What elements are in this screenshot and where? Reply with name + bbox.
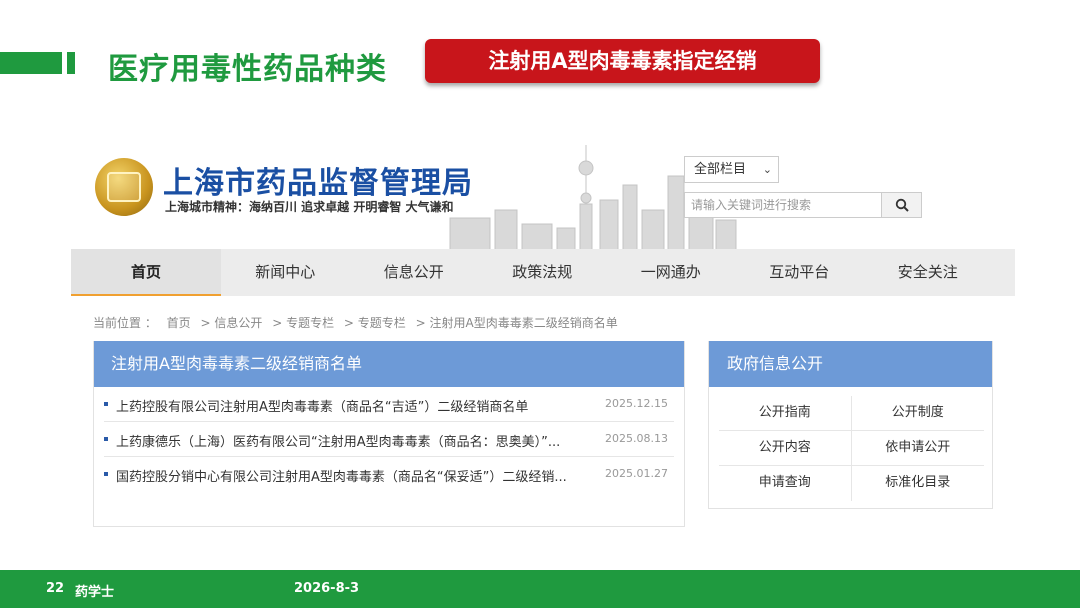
list-item-date: 2025.08.13	[605, 432, 668, 445]
list-item-title[interactable]: 国药控股分销中心有限公司注射用A型肉毒毒素（商品名“保妥适”）二级经销...	[116, 466, 567, 485]
search-button[interactable]	[881, 192, 922, 218]
slide-footer: 22 药学士 2026-8-3	[0, 570, 1080, 608]
list-item-date: 2025.01.27	[605, 467, 668, 480]
breadcrumb-item[interactable]: > 专题专栏	[272, 316, 334, 330]
gov-link-catalog[interactable]: 标准化目录	[852, 466, 985, 501]
nav-item-interaction[interactable]: 互动平台	[735, 249, 864, 296]
page-number: 22	[46, 581, 65, 596]
accent-bar-small	[67, 52, 75, 74]
gov-link-system[interactable]: 公开制度	[852, 396, 985, 430]
bullet-icon	[104, 472, 108, 476]
emblem-icon	[95, 158, 153, 216]
site-name: 上海市药品监督管理局	[163, 166, 473, 201]
breadcrumb-label: 当前位置 ：	[93, 316, 157, 330]
scope-select[interactable]: 全部栏目 ⌄	[684, 156, 779, 183]
bullet-icon	[104, 437, 108, 441]
list-item[interactable]: 上药康德乐（上海）医药有限公司“注射用A型肉毒毒素（商品名：思奥美）”... 2…	[104, 422, 674, 457]
footer-date: 2026-8-3	[294, 581, 360, 596]
list-panel-title: 注射用A型肉毒毒素二级经销商名单	[94, 341, 684, 387]
footer-brand: 药学士	[75, 585, 115, 600]
main-nav: 首页 新闻中心 信息公开 政策法规 一网通办 互动平台 安全关注	[71, 249, 1015, 296]
site-motto: 上海城市精神：海纳百川 追求卓越 开明睿智 大气谦和	[165, 200, 454, 214]
gov-panel-title: 政府信息公开	[709, 341, 992, 387]
list-item-date: 2025.12.15	[605, 397, 668, 410]
gov-link-request[interactable]: 依申请公开	[852, 431, 985, 465]
gov-info-panel: 政府信息公开 公开指南 公开制度 公开内容 依申请公开 申请查询 标准化目录	[708, 341, 993, 509]
bullet-icon	[104, 402, 108, 406]
list-item[interactable]: 上药控股有限公司注射用A型肉毒毒素（商品名“吉适”）二级经销商名单 2025.1…	[104, 387, 674, 422]
breadcrumb-item[interactable]: > 信息公开	[201, 316, 263, 330]
gov-link-grid: 公开指南 公开制度 公开内容 依申请公开 申请查询 标准化目录	[719, 396, 984, 501]
gov-link-query[interactable]: 申请查询	[719, 466, 852, 501]
breadcrumb: 当前位置 ： 首页 > 信息公开 > 专题专栏 > 专题专栏 > 注射用A型肉毒…	[93, 314, 624, 331]
nav-item-safety[interactable]: 安全关注	[864, 249, 993, 296]
nav-item-policy[interactable]: 政策法规	[478, 249, 607, 296]
chevron-down-icon: ⌄	[762, 163, 772, 176]
list-item[interactable]: 国药控股分销中心有限公司注射用A型肉毒毒素（商品名“保妥适”）二级经销... 2…	[104, 457, 674, 492]
list-item-title[interactable]: 上药康德乐（上海）医药有限公司“注射用A型肉毒毒素（商品名：思奥美）”...	[116, 431, 560, 450]
search-icon	[895, 198, 909, 212]
nav-item-home[interactable]: 首页	[71, 249, 221, 296]
gov-link-guide[interactable]: 公开指南	[719, 396, 852, 430]
breadcrumb-item[interactable]: > 注射用A型肉毒毒素二级经销商名单	[416, 316, 618, 330]
list-item-title[interactable]: 上药控股有限公司注射用A型肉毒毒素（商品名“吉适”）二级经销商名单	[116, 396, 528, 415]
scope-select-value: 全部栏目	[694, 162, 747, 177]
topic-banner: 注射用A型肉毒毒素指定经销	[425, 39, 820, 83]
nav-item-info[interactable]: 信息公开	[350, 249, 479, 296]
breadcrumb-item[interactable]: 首页	[167, 316, 191, 330]
accent-bar	[0, 52, 62, 74]
breadcrumb-item[interactable]: > 专题专栏	[344, 316, 406, 330]
nav-item-news[interactable]: 新闻中心	[221, 249, 350, 296]
search-input[interactable]: 请输入关键词进行搜索	[684, 192, 882, 218]
nav-item-service[interactable]: 一网通办	[607, 249, 736, 296]
distributor-list-panel: 注射用A型肉毒毒素二级经销商名单 上药控股有限公司注射用A型肉毒毒素（商品名“吉…	[93, 341, 685, 527]
gov-link-content[interactable]: 公开内容	[719, 431, 852, 465]
slide-title: 医疗用毒性药品种类	[108, 52, 387, 87]
